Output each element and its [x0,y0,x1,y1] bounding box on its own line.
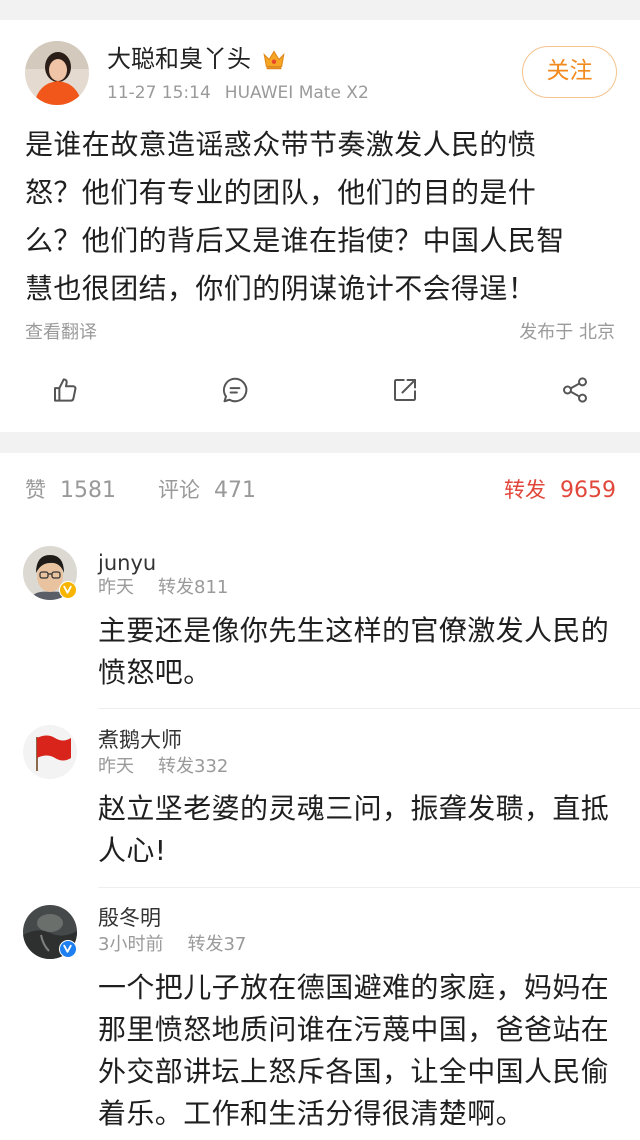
post-content-line: 是谁在故意造谣惑众带节奏激发人民的愤 [25,128,537,161]
repost-text-line: 那里愤怒地质问谁在污蔑中国，爸爸站在 [98,1013,610,1046]
author-avatar-image [25,41,89,105]
repost-user-name[interactable]: 殷冬明 [98,905,161,931]
repost-text-line: 主要还是像你先生这样的官僚激发人民的 [98,614,610,647]
repost-text: 一个把儿子放在德国避难的家庭，妈妈在 那里愤怒地质问谁在污蔑中国，爸爸站在 外交… [98,967,609,1135]
repost-text-line: 外交部讲坛上怒斥各国，让全中国人民偷 [98,1055,610,1088]
repost-icon[interactable] [390,375,420,405]
thumbs-up-icon[interactable] [50,375,80,405]
tab-likes-count: 1581 [60,478,116,503]
repost-avatar[interactable] [23,905,77,959]
repost-avatar[interactable] [23,725,77,779]
post-device: HUAWEI Mate X2 [224,83,369,103]
repost-text: 主要还是像你先生这样的官僚激发人民的 愤怒吧。 [98,610,609,694]
repost-avatar[interactable] [23,546,77,600]
post-content-line: 怒？他们有专业的团队，他们的目的是什 [25,176,537,209]
repost-text-line: 着乐。工作和生活分得很清楚啊。 [98,1097,525,1130]
repost-meta: 昨天 转发811 [98,576,228,600]
tab-comments-label: 评论 [158,478,200,502]
tab-comments[interactable]: 评论 471 [158,476,256,505]
comment-icon[interactable] [220,375,250,405]
verified-yellow-badge-icon [59,581,77,599]
repost-count: 转发811 [158,577,229,598]
repost-time: 昨天 [98,577,134,598]
tab-reposts[interactable]: 转发 9659 [504,476,616,505]
repost-text-line: 一个把儿子放在德国避难的家庭，妈妈在 [98,971,610,1004]
verified-blue-badge-icon [59,940,77,958]
author-name[interactable]: 大聪和臭丫头 [107,45,251,73]
tab-comments-count: 471 [214,478,256,503]
crown-badge-icon [261,46,287,72]
share-icon[interactable] [560,375,590,405]
repost-user-name[interactable]: 煮鹅大师 [98,727,182,753]
translate-link[interactable]: 查看翻译 [25,321,97,345]
repost-count: 转发332 [158,756,229,777]
post-time: 11-27 15:14 [107,83,211,103]
tab-reposts-label: 转发 [504,478,546,502]
repost-text: 赵立坚老婆的灵魂三问，振聋发聩，直抵 人心! [98,788,609,872]
tab-reposts-count: 9659 [560,478,616,503]
top-strip [0,0,640,20]
list-divider [98,708,640,709]
section-separator [0,432,640,453]
repost-meta: 3小时前 转发37 [98,933,246,957]
repost-time: 昨天 [98,756,134,777]
repost-user-name[interactable]: junyu [98,550,156,576]
list-divider [98,887,640,888]
author-avatar[interactable] [25,41,89,105]
follow-button[interactable]: 关注 [522,46,617,98]
post-content: 是谁在故意造谣惑众带节奏激发人民的愤 怒？他们有专业的团队，他们的目的是什 么？… [25,121,565,313]
repost-text-line: 赵立坚老婆的灵魂三问，振聋发聩，直抵 [98,792,610,825]
post-location: 发布于 北京 [519,322,615,343]
repost-text-line: 人心! [98,834,167,867]
post-content-line: 慧也很团结，你们的阴谋诡计不会得逞！ [25,272,537,305]
post-meta: 11-27 15:14 HUAWEI Mate X2 [107,83,369,103]
tab-likes-label: 赞 [25,478,46,502]
post-content-line: 么？他们的背后又是谁在指使？中国人民智 [25,224,565,257]
red-flag-avatar-image [23,725,77,779]
repost-text-line: 愤怒吧。 [98,656,212,689]
repost-count: 转发37 [187,934,247,955]
tab-likes[interactable]: 赞 1581 [25,476,116,505]
repost-meta: 昨天 转发332 [98,755,228,779]
repost-time: 3小时前 [98,934,164,955]
